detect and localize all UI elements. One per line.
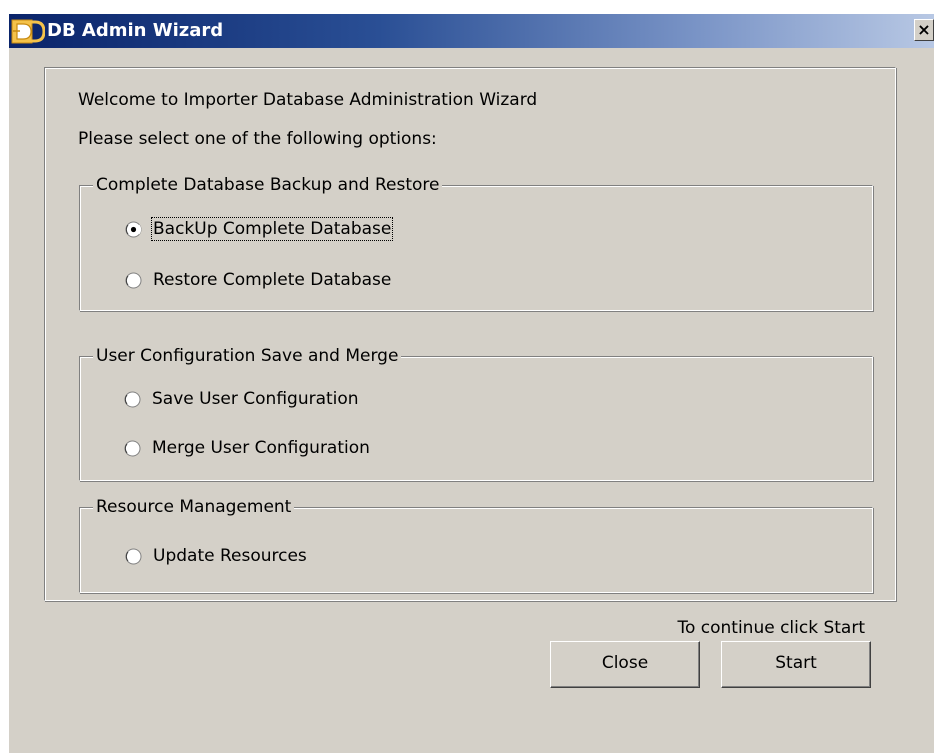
group-user-configuration: User Configuration Save and Merge Save U…	[79, 345, 873, 481]
radio-unchecked-icon[interactable]	[125, 548, 142, 565]
group-legend: User Configuration Save and Merge	[93, 345, 402, 367]
group-legend: Resource Management	[93, 496, 295, 518]
options-panel: Welcome to Importer Database Administrat…	[44, 67, 896, 601]
start-button[interactable]: Start	[721, 641, 871, 688]
radio-unchecked-icon[interactable]	[125, 272, 142, 289]
radio-label: BackUp Complete Database	[150, 217, 394, 241]
group-legend: Complete Database Backup and Restore	[93, 174, 443, 196]
window-title: DB Admin Wizard	[47, 20, 224, 41]
radio-save-user-configuration[interactable]: Save User Configuration	[124, 387, 360, 411]
continue-hint: To continue click Start	[677, 618, 865, 638]
radio-checked-icon[interactable]	[125, 221, 142, 238]
radio-backup-complete-database[interactable]: BackUp Complete Database	[125, 217, 394, 241]
group-backup-restore: Complete Database Backup and Restore Bac…	[79, 174, 873, 311]
radio-label: Restore Complete Database	[153, 270, 392, 290]
close-icon[interactable]: ×	[914, 19, 934, 41]
radio-unchecked-icon[interactable]	[124, 440, 141, 457]
radio-label: Merge User Configuration	[152, 438, 370, 458]
radio-merge-user-configuration[interactable]: Merge User Configuration	[124, 436, 371, 460]
radio-label: Save User Configuration	[152, 389, 359, 409]
instruction-text: Please select one of the following optio…	[78, 129, 437, 149]
group-resource-management: Resource Management Update Resources	[79, 496, 873, 593]
title-bar[interactable]: DB Admin Wizard	[9, 14, 934, 48]
radio-restore-complete-database[interactable]: Restore Complete Database	[125, 268, 392, 292]
radio-update-resources[interactable]: Update Resources	[125, 544, 308, 568]
radio-label: Update Resources	[153, 546, 307, 566]
radio-unchecked-icon[interactable]	[124, 391, 141, 408]
welcome-text: Welcome to Importer Database Administrat…	[78, 90, 538, 110]
db-wizard-icon	[11, 18, 46, 45]
db-admin-wizard-window: DB Admin Wizard × Welcome to Importer Da…	[8, 14, 934, 753]
close-button[interactable]: Close	[550, 641, 700, 688]
